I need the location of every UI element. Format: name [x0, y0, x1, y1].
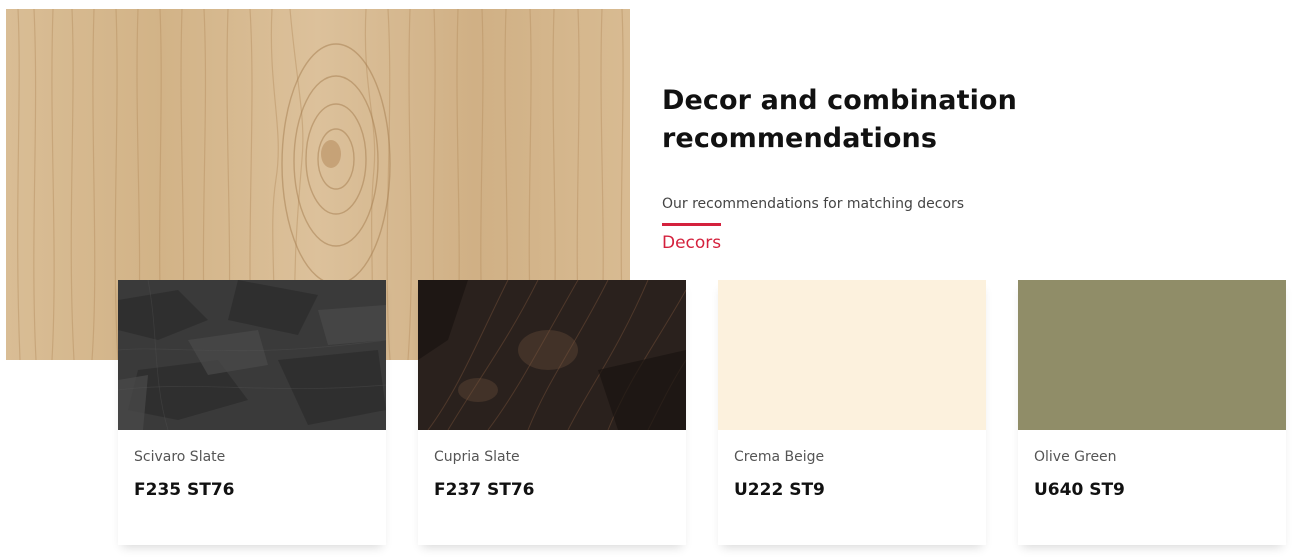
decor-code: U640 ST9	[1034, 480, 1125, 500]
slate-texture-graphic	[118, 280, 386, 430]
decor-card-crema-beige[interactable]: Crema Beige U222 ST9	[718, 280, 986, 545]
decor-name: Crema Beige	[734, 449, 825, 465]
decor-name: Olive Green	[1034, 449, 1117, 465]
intro-section: Decor and combination recommendations Ou…	[662, 82, 1282, 214]
decor-code: F237 ST76	[434, 480, 535, 500]
decor-swatch	[118, 280, 386, 430]
decor-swatch	[1018, 280, 1286, 430]
decor-card-cupria-slate[interactable]: Cupria Slate F237 ST76	[418, 280, 686, 545]
page-subtitle: Our recommendations for matching decors	[662, 196, 965, 212]
tab-decors[interactable]: Decors	[662, 223, 721, 254]
decor-code: F235 ST76	[134, 480, 235, 500]
decor-swatch	[418, 280, 686, 430]
tab-active-indicator	[662, 223, 721, 226]
decor-card-olive-green[interactable]: Olive Green U640 ST9	[1018, 280, 1286, 545]
decor-cards: Scivaro Slate F235 ST76 Cupria Slate F23…	[118, 280, 1286, 545]
decor-name: Cupria Slate	[434, 449, 520, 465]
decor-code: U222 ST9	[734, 480, 825, 500]
decor-name: Scivaro Slate	[134, 449, 226, 465]
slate-texture-graphic	[418, 280, 686, 430]
decor-card-scivaro-slate[interactable]: Scivaro Slate F235 ST76	[118, 280, 386, 545]
page-title: Decor and combination recommendations	[662, 85, 1017, 154]
tab-label: Decors	[662, 233, 722, 253]
decor-swatch	[718, 280, 986, 430]
